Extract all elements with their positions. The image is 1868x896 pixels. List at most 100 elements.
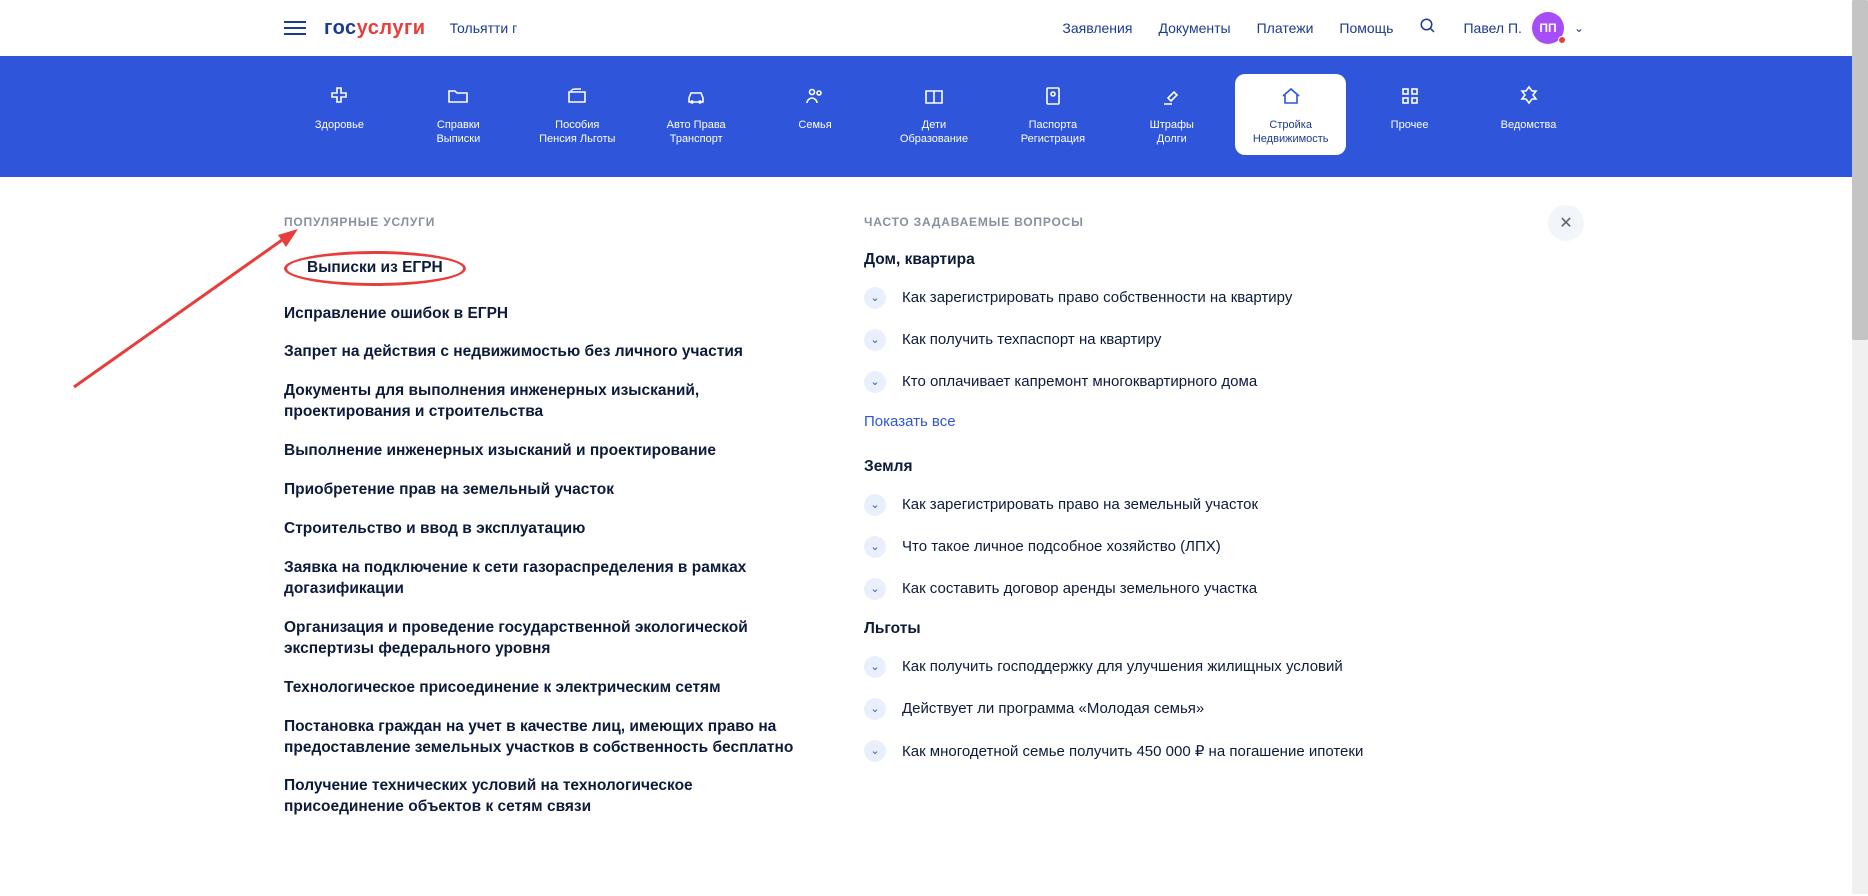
close-button[interactable]: ✕ [1548, 205, 1584, 241]
nav-category-wallet[interactable]: ПособияПенсия Льготы [522, 74, 633, 155]
service-link[interactable]: Получение технических условий на техноло… [284, 776, 804, 818]
nav-label: Прочее [1391, 118, 1429, 132]
chevron-down-icon: ⌄ [864, 656, 886, 678]
service-link[interactable]: Технологическое присоединение к электрич… [284, 678, 804, 699]
faq-group-title: Дом, квартира [864, 251, 1404, 269]
nav-label: Стройка [1269, 118, 1312, 132]
gavel-icon [1160, 84, 1184, 108]
faq-item[interactable]: ⌄Как получить техпаспорт на квартиру [864, 329, 1404, 351]
faq-question: Как зарегистрировать право на земельный … [902, 496, 1258, 513]
service-link[interactable]: Постановка граждан на учет в качестве ли… [284, 717, 804, 759]
nav-link-applications[interactable]: Заявления [1062, 20, 1132, 36]
wallet-icon [565, 84, 589, 108]
nav-label: Транспорт [670, 132, 723, 146]
nav-category-passport[interactable]: ПаспортаРегистрация [997, 74, 1108, 155]
nav-category-house[interactable]: СтройкаНедвижимость [1235, 74, 1346, 155]
nav-category-gavel[interactable]: ШтрафыДолги [1116, 74, 1227, 155]
house-icon [1279, 84, 1303, 108]
folder-icon [446, 84, 470, 108]
city-label[interactable]: Тольятти г [450, 20, 518, 36]
faq-question: Как получить господдержку для улучшения … [902, 658, 1343, 675]
nav-label: Образование [900, 132, 968, 146]
faq-item[interactable]: ⌄Как составить договор аренды земельного… [864, 578, 1404, 600]
highlighted-service: Выписки из ЕГРН [284, 251, 466, 286]
education-icon [922, 84, 946, 108]
nav-label: Дети [922, 118, 946, 132]
nav-link-payments[interactable]: Платежи [1257, 20, 1314, 36]
nav-category-car[interactable]: Авто ПраваТранспорт [641, 74, 752, 155]
faq-item[interactable]: ⌄Как зарегистрировать право на земельный… [864, 494, 1404, 516]
faq-item[interactable]: ⌄ Как зарегистрировать право собственност… [864, 287, 1404, 309]
faq-item[interactable]: ⌄Что такое личное подсобное хозяйство (Л… [864, 536, 1404, 558]
nav-label: Регистрация [1021, 132, 1085, 146]
service-link[interactable]: Организация и проведение государственной… [284, 618, 804, 660]
chevron-down-icon: ⌄ [1574, 21, 1584, 35]
menu-icon[interactable] [284, 17, 306, 39]
nav-category-family[interactable]: Семья [760, 74, 871, 155]
notification-dot [1558, 36, 1566, 44]
faq-item[interactable]: ⌄ Действует ли программа «Молодая семья» [864, 698, 1404, 720]
chevron-down-icon: ⌄ [864, 329, 886, 351]
faq-item[interactable]: ⌄Кто оплачивает капремонт многоквартирно… [864, 371, 1404, 393]
faq-column: ЧАСТО ЗАДАВАЕМЫЕ ВОПРОСЫ Дом, квартира⌄К… [864, 215, 1404, 837]
nav-link-documents[interactable]: Документы [1158, 20, 1230, 36]
service-link[interactable]: Исправление ошибок в ЕГРН [284, 304, 804, 325]
service-link[interactable]: Выписки из ЕГРН [284, 251, 804, 286]
header: госуслуги Тольятти г Заявления Документы… [284, 0, 1584, 56]
service-link[interactable]: Выполнение инженерных изысканий и проект… [284, 441, 804, 462]
avatar-initials: ПП [1539, 21, 1556, 35]
nav-label: Штрафы [1150, 118, 1194, 132]
nav-label: Пенсия Льготы [539, 132, 615, 146]
chevron-down-icon: ⌄ [864, 740, 886, 762]
avatar: ПП [1532, 12, 1564, 44]
scrollbar-thumb[interactable] [1852, 0, 1868, 340]
faq-item[interactable]: ⌄ Как получить господдержку для улучшения… [864, 656, 1404, 678]
nav-label: Выписки [436, 132, 480, 146]
health-icon [327, 84, 351, 108]
search-icon[interactable] [1419, 17, 1437, 40]
faq-question: Действует ли программа «Молодая семья» [902, 700, 1204, 717]
popular-services: ПОПУЛЯРНЫЕ УСЛУГИ Выписки из ЕГРН Исправл… [284, 215, 804, 837]
nav-label: Паспорта [1029, 118, 1078, 132]
chevron-down-icon: ⌄ [864, 698, 886, 720]
content: ПОПУЛЯРНЫЕ УСЛУГИ Выписки из ЕГРН Исправл… [284, 177, 1584, 896]
nav-category-education[interactable]: ДетиОбразование [879, 74, 990, 155]
nav-category-emblem[interactable]: Ведомства [1473, 74, 1584, 155]
nav-label: Долги [1157, 132, 1187, 146]
category-nav: ЗдоровьеСправкиВыпискиПособияПенсия Льго… [0, 56, 1868, 177]
chevron-down-icon: ⌄ [864, 578, 886, 600]
nav-label: Справки [437, 118, 480, 132]
nav-category-other[interactable]: Прочее [1354, 74, 1465, 155]
user-menu[interactable]: Павел П. ПП ⌄ [1463, 12, 1584, 44]
faq-question: Как зарегистрировать право собственности… [902, 289, 1292, 306]
popular-services-title: ПОПУЛЯРНЫЕ УСЛУГИ [284, 215, 804, 229]
car-icon [684, 84, 708, 108]
nav-label: Ведомства [1501, 118, 1557, 132]
nav-label: Пособия [555, 118, 599, 132]
nav-label: Семья [798, 118, 831, 132]
user-name: Павел П. [1463, 20, 1521, 36]
logo[interactable]: госуслуги [324, 17, 426, 40]
faq-item[interactable]: ⌄ Как многодетной семье получить 450 000 … [864, 740, 1404, 762]
chevron-down-icon: ⌄ [864, 287, 886, 309]
logo-red: услуги [357, 17, 426, 39]
nav-category-health[interactable]: Здоровье [284, 74, 395, 155]
chevron-down-icon: ⌄ [864, 536, 886, 558]
nav-label: Здоровье [315, 118, 364, 132]
top-right-nav: Заявления Документы Платежи Помощь Павел… [1062, 12, 1584, 44]
nav-category-folder[interactable]: СправкиВыписки [403, 74, 514, 155]
faq-question: Как многодетной семье получить 450 000 ₽… [902, 742, 1363, 760]
faq-group-title: Земля [864, 458, 1404, 476]
show-all-link[interactable]: Показать все [864, 413, 956, 430]
service-link[interactable]: Запрет на действия с недвижимостью без л… [284, 342, 804, 363]
scrollbar[interactable] [1852, 0, 1868, 894]
nav-link-help[interactable]: Помощь [1339, 20, 1393, 36]
logo-blue: гос [324, 17, 357, 39]
passport-icon [1041, 84, 1065, 108]
service-link[interactable]: Заявка на подключение к сети газораспред… [284, 558, 804, 600]
faq-title: ЧАСТО ЗАДАВАЕМЫЕ ВОПРОСЫ [864, 215, 1404, 229]
service-link[interactable]: Строительство и ввод в эксплуатацию [284, 519, 804, 540]
faq-group-title: Льготы [864, 620, 1404, 638]
service-link[interactable]: Приобретение прав на земельный участок [284, 480, 804, 501]
service-link[interactable]: Документы для выполнения инженерных изыс… [284, 381, 804, 423]
